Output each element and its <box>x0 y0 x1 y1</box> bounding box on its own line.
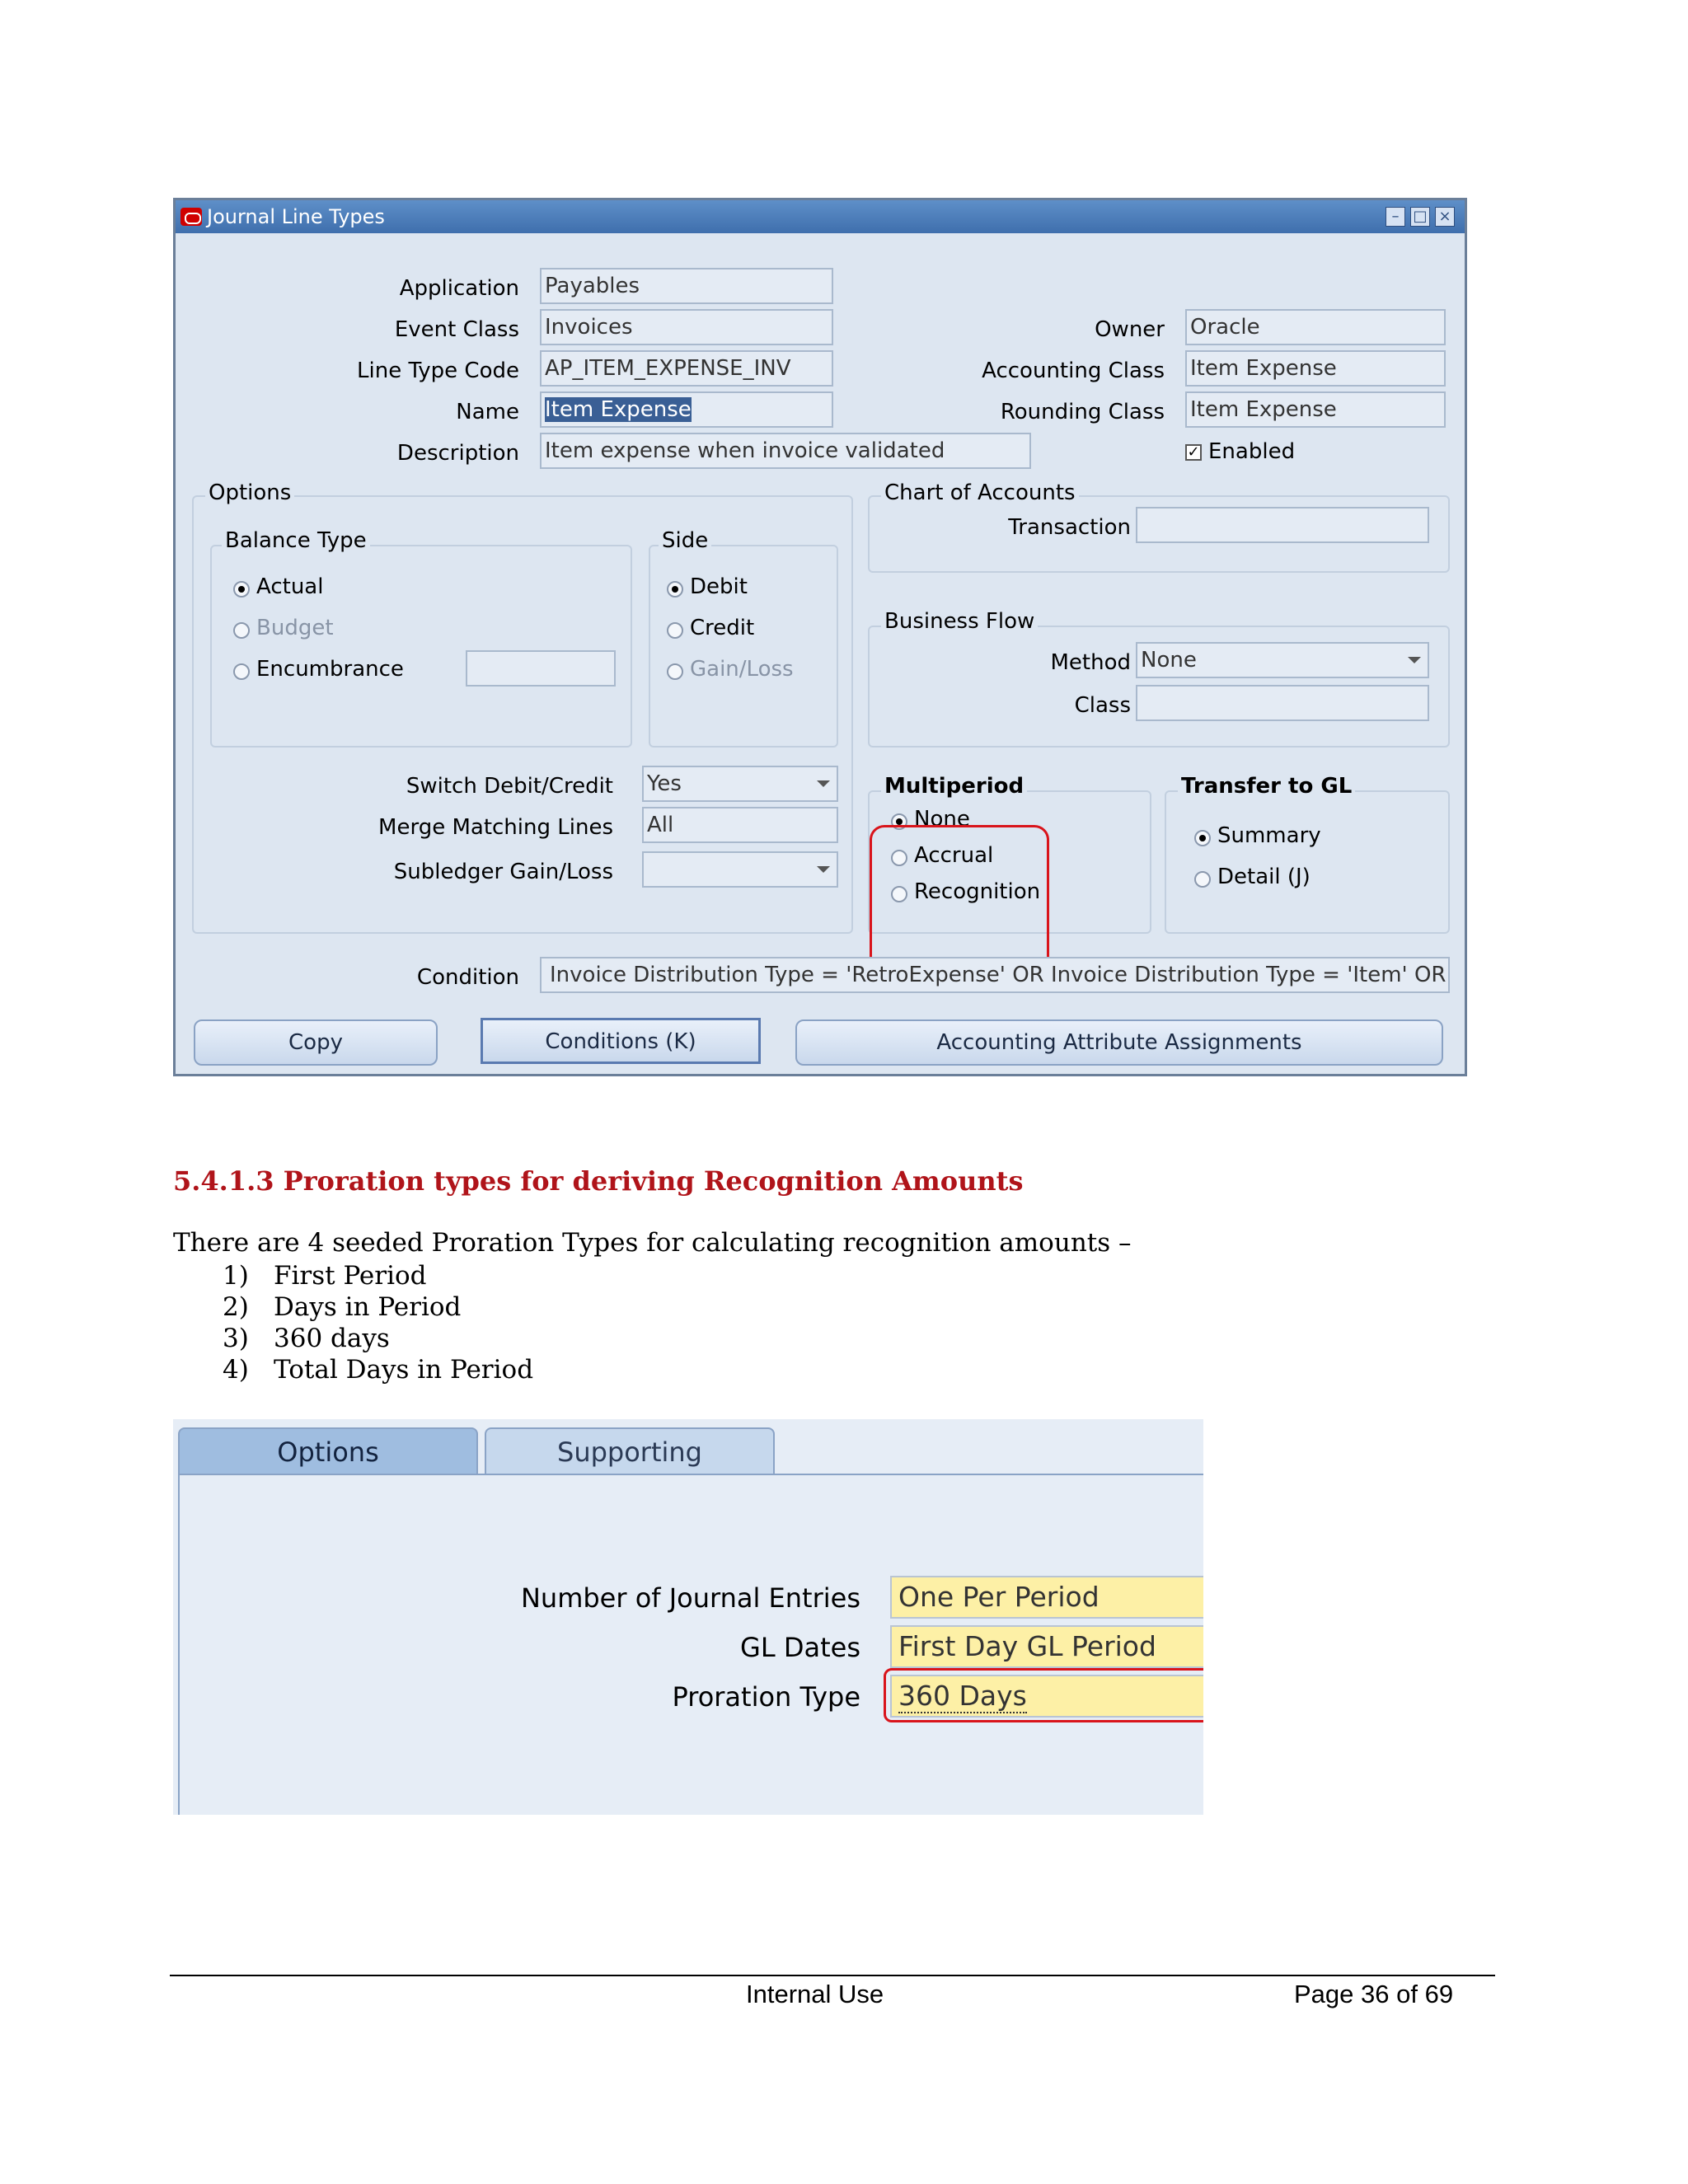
close-icon[interactable]: × <box>1435 207 1455 227</box>
event-class-label: Event Class <box>394 317 519 342</box>
description-label: Description <box>396 441 519 466</box>
radio-actual[interactable]: Actual <box>233 574 323 599</box>
list-item: 4) Total Days in Period <box>223 1355 534 1385</box>
radio-debit[interactable]: Debit <box>667 574 748 599</box>
tab-supporting-references[interactable]: Supporting References <box>485 1427 775 1514</box>
checkmark-icon: ✓ <box>1185 444 1202 461</box>
radio-gain-loss[interactable]: Gain/Loss <box>667 657 794 682</box>
transaction-label: Transaction <box>1008 515 1131 540</box>
enabled-checkbox[interactable]: ✓ Enabled <box>1185 439 1295 464</box>
radio-encumbrance[interactable]: Encumbrance <box>233 657 404 682</box>
window-body: Application Payables Event Class Invoice… <box>176 233 1465 1074</box>
chart-of-accounts-title: Chart of Accounts <box>881 480 1079 505</box>
chevron-down-icon <box>814 767 833 800</box>
chevron-down-icon <box>814 853 833 886</box>
enabled-label: Enabled <box>1208 439 1296 464</box>
list-item: 1) First Period <box>223 1261 427 1291</box>
window-title: Journal Line Types <box>207 205 385 228</box>
balance-type-title: Balance Type <box>222 528 370 553</box>
footer-classification: Internal Use <box>746 1980 884 2008</box>
number-of-journal-entries-select[interactable]: One Per Period <box>890 1576 1203 1619</box>
options-title: Options <box>205 480 295 505</box>
radio-credit[interactable]: Credit <box>667 616 754 640</box>
rounding-class-field[interactable]: Item Expense <box>1185 391 1446 428</box>
subledger-gain-loss-select[interactable] <box>642 851 838 888</box>
name-label: Name <box>456 400 519 424</box>
side-title: Side <box>659 528 712 553</box>
method-select[interactable]: None <box>1136 642 1429 678</box>
switch-debit-credit-select[interactable]: Yes <box>642 766 838 802</box>
accounting-class-label: Accounting Class <box>982 359 1165 383</box>
list-item: 2) Days in Period <box>223 1292 462 1322</box>
proration-type-label: Proration Type <box>672 1681 861 1713</box>
class-label: Class <box>1074 693 1131 718</box>
options-panel-screenshot: Options Supporting References Number of … <box>173 1419 1203 1815</box>
list-item: 3) 360 days <box>223 1324 390 1353</box>
accounting-class-field[interactable]: Item Expense <box>1185 350 1446 387</box>
radio-detail[interactable]: Detail (J) <box>1194 865 1311 889</box>
encumbrance-type-field[interactable] <box>466 650 616 687</box>
method-label: Method <box>1050 650 1131 675</box>
multiperiod-title: Multiperiod <box>881 774 1028 799</box>
multiperiod-highlight <box>870 825 1049 975</box>
minimize-icon[interactable]: – <box>1386 207 1405 227</box>
footer-divider <box>170 1975 1495 1976</box>
journal-line-types-window: Journal Line Types – □ × Application Pay… <box>173 198 1467 1076</box>
footer-page-number: Page 36 of 69 <box>1294 1980 1454 2008</box>
section-heading: 5.4.1.3 Proration types for deriving Rec… <box>173 1165 1024 1197</box>
copy-button[interactable]: Copy <box>194 1019 438 1066</box>
window-titlebar[interactable]: Journal Line Types – □ × <box>176 200 1465 233</box>
accounting-attribute-assignments-button[interactable]: Accounting Attribute Assignments <box>795 1019 1443 1066</box>
class-field[interactable] <box>1136 685 1429 721</box>
line-type-code-label: Line Type Code <box>357 359 519 383</box>
gl-dates-label: GL Dates <box>740 1632 860 1663</box>
line-type-code-field[interactable]: AP_ITEM_EXPENSE_INV <box>540 350 833 387</box>
transaction-field[interactable] <box>1136 507 1429 543</box>
merge-matching-lines-field[interactable]: All <box>642 807 838 843</box>
subledger-gain-loss-label: Subledger Gain/Loss <box>393 860 613 884</box>
condition-label: Condition <box>416 965 519 990</box>
oracle-logo-icon <box>181 208 202 226</box>
maximize-icon[interactable]: □ <box>1410 207 1430 227</box>
name-field[interactable]: Item Expense <box>540 391 833 428</box>
description-field[interactable]: Item expense when invoice validated <box>540 433 1031 469</box>
business-flow-title: Business Flow <box>881 609 1039 634</box>
radio-summary[interactable]: Summary <box>1194 823 1321 848</box>
gl-dates-select[interactable]: First Day GL Period <box>890 1625 1203 1668</box>
tab-options[interactable]: Options <box>178 1427 478 1475</box>
condition-field[interactable]: Invoice Distribution Type = 'RetroExpens… <box>540 957 1450 993</box>
rounding-class-label: Rounding Class <box>1000 400 1165 424</box>
conditions-button[interactable]: Conditions (K) <box>481 1018 761 1064</box>
transfer-to-gl-group <box>1165 790 1450 934</box>
proration-types-list: 1) First Period 2) Days in Period 3) 360 da… <box>223 1261 533 1386</box>
owner-label: Owner <box>1095 317 1165 342</box>
number-of-journal-entries-label: Number of Journal Entries <box>520 1582 860 1614</box>
application-field[interactable]: Payables <box>540 268 833 304</box>
radio-budget[interactable]: Budget <box>233 616 334 640</box>
switch-debit-credit-label: Switch Debit/Credit <box>406 774 613 799</box>
chevron-down-icon <box>1404 644 1424 677</box>
section-intro: There are 4 seeded Proration Types for c… <box>173 1228 1132 1258</box>
options-tab-panel: Number of Journal Entries One Per Period… <box>178 1474 1203 1815</box>
event-class-field[interactable]: Invoices <box>540 309 833 345</box>
transfer-to-gl-title: Transfer to GL <box>1178 774 1356 799</box>
owner-field[interactable]: Oracle <box>1185 309 1446 345</box>
merge-matching-lines-label: Merge Matching Lines <box>378 815 613 840</box>
application-label: Application <box>399 276 519 301</box>
proration-type-highlight <box>884 1668 1203 1722</box>
